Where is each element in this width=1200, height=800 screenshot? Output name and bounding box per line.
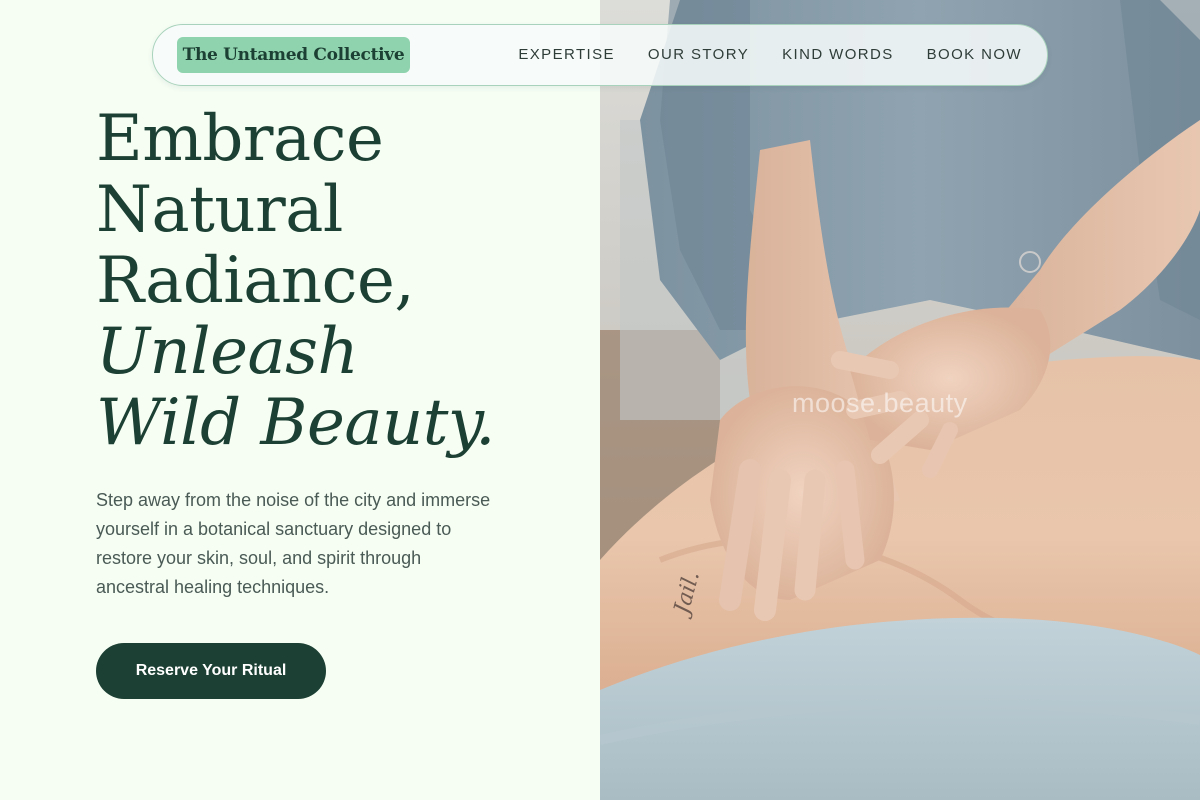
nav-link-kind-words[interactable]: KIND WORDS <box>782 46 894 63</box>
headline-line-1: Embrace <box>96 102 384 176</box>
nav-item-kind-words: KIND WORDS <box>782 46 894 64</box>
top-navigation: The Untamed Collective EXPERTISE OUR STO… <box>152 24 1048 86</box>
hero-headline: Embrace Natural Radiance, Unleash Wild B… <box>96 104 495 459</box>
nav-link-our-story[interactable]: OUR STORY <box>648 46 749 63</box>
watermark-text: moose.beauty <box>792 388 968 418</box>
nav-links: EXPERTISE OUR STORY KIND WORDS BOOK NOW <box>518 25 1022 85</box>
nav-item-our-story: OUR STORY <box>648 46 749 64</box>
headline-italic-line-1: Unleash <box>96 315 359 389</box>
nav-link-book-now[interactable]: BOOK NOW <box>927 46 1022 63</box>
headline-line-2: Natural <box>96 173 343 247</box>
headline-line-3: Radiance, <box>96 244 415 318</box>
headline-italic-line-2: Wild Beauty. <box>96 386 495 460</box>
nav-link-expertise[interactable]: EXPERTISE <box>518 46 615 63</box>
hero-description: Step away from the noise of the city and… <box>96 490 491 597</box>
nav-item-expertise: EXPERTISE <box>518 46 615 64</box>
nav-item-book-now: BOOK NOW <box>927 46 1022 64</box>
brand-logo[interactable]: The Untamed Collective <box>177 37 410 73</box>
reserve-ritual-button[interactable]: Reserve Your Ritual <box>96 643 326 699</box>
hero-section: Embrace Natural Radiance, Unleash Wild B… <box>0 0 600 800</box>
